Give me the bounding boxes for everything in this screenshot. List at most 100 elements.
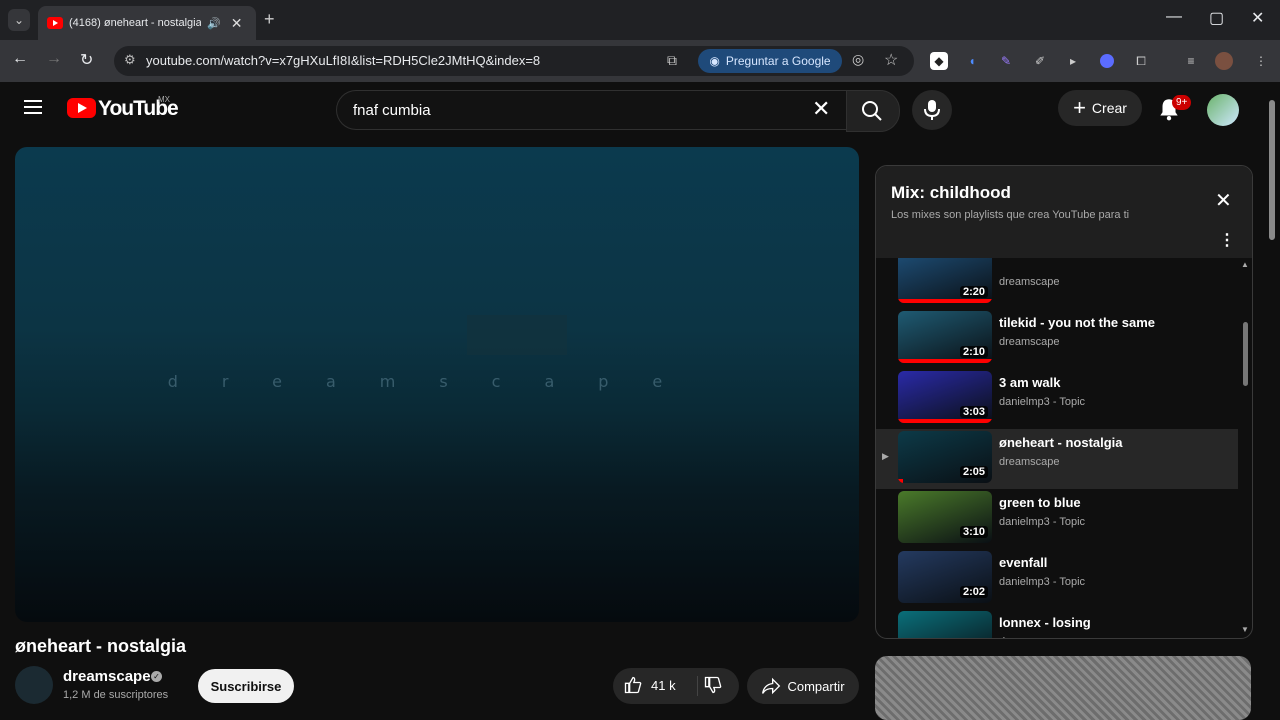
ad-placeholder[interactable] [875,656,1251,720]
maximize-icon[interactable]: ▢ [1209,8,1224,28]
url-text[interactable]: youtube.com/watch?v=x7gHXuLfI8I&list=RDH… [146,53,540,68]
youtube-logo-icon[interactable] [67,98,96,118]
lens-icon: ◉ [709,54,720,68]
playlist-close-icon[interactable]: ✕ [1215,188,1232,213]
speaker-icon[interactable]: 🔊 [207,17,221,30]
minimize-icon[interactable]: — [1166,8,1182,26]
subscribe-button[interactable]: Suscribirse [198,669,294,703]
duration-badge: 2:10 [959,346,988,358]
scroll-up-icon[interactable]: ▲ [1241,260,1249,269]
playlist-scrollbar[interactable]: ▲ ▼ [1240,258,1250,636]
playlist-thumbnail[interactable]: 2:05 [898,431,992,483]
address-bar[interactable]: ⚙ youtube.com/watch?v=x7gHXuLfI8I&list=R… [114,46,914,76]
menu-icon[interactable] [24,100,42,118]
search-input[interactable] [351,99,795,121]
playlist-item[interactable]: 2:10 tilekid - you not the same dreamscape [876,309,1238,369]
reading-list-icon[interactable]: ≡ [1182,52,1200,70]
new-tab-icon[interactable]: + [264,9,275,30]
dislike-button[interactable] [703,675,723,700]
playlist-item-title: evenfall [999,555,1048,570]
thumbs-up-icon [624,676,642,694]
extensions-icon[interactable]: ⧠ [1132,52,1150,70]
star-icon[interactable]: ☆ [884,50,898,70]
video-title: øneheart - nostalgia [15,636,187,656]
tab-search-icon[interactable]: ⌄ [8,9,30,31]
window-close-icon[interactable]: ✕ [1251,8,1264,28]
playlist-more-icon[interactable]: ⋮ [1219,230,1235,250]
video-building-silhouette [467,315,567,355]
extension-play-icon[interactable]: ▸ [1064,52,1082,70]
like-button[interactable]: 41 k [623,675,676,695]
tab-close-icon[interactable]: ✕ [231,15,243,32]
playlist-item[interactable]: 3:03 3 am walk danielmp3 - Topic [876,369,1238,429]
playlist-thumbnail[interactable]: 2:20 [898,258,992,303]
tab-title: (4168) øneheart - nostalgia [69,17,201,29]
profile-avatar[interactable] [1215,52,1233,70]
page-scrollbar-thumb[interactable] [1269,100,1275,240]
share-icon [762,677,781,695]
search-icon [862,101,882,121]
playlist-thumbnail[interactable]: 2:10 [898,311,992,363]
duration-badge: 2:05 [959,466,988,478]
video-player[interactable]: dreamscape [15,147,859,622]
country-code: MX [158,95,170,104]
watch-progress [898,419,992,423]
playlist-subtitle: Los mixes son playlists que crea YouTube… [891,209,1130,221]
playlist-panel: Mix: childhood Los mixes son playlists q… [875,165,1253,639]
playlist-item[interactable]: ▶ 2:05 øneheart - nostalgia dreamscape [876,429,1238,489]
reload-icon[interactable]: ↻ [80,50,93,70]
playlist-thumbnail[interactable]: 2:02 [898,551,992,603]
playlist-item-channel: dreamscape [999,456,1060,468]
playlist-items: 2:20 dreamscape 2:10 tilekid - you not the … [876,258,1238,638]
playlist-item[interactable]: 2:53 lonnex - losing dreamscape [876,609,1238,638]
playlist-item[interactable]: 2:20 dreamscape [876,258,1238,309]
playlist-thumbnail[interactable]: 2:53 [898,611,992,638]
playlist-item-channel: danielmp3 - Topic [999,576,1086,588]
create-button[interactable]: + Crear [1058,90,1142,126]
site-info-icon[interactable]: ⚙ [124,52,136,68]
like-divider [697,676,698,696]
watch-progress [898,299,992,303]
playlist-item-title: øneheart - nostalgia [999,435,1123,450]
playlist-thumbnail[interactable]: 3:10 [898,491,992,543]
share-button[interactable]: Compartir [747,668,859,704]
extension-pen-icon[interactable]: ✎ [997,52,1015,70]
scrollbar-thumb[interactable] [1243,322,1248,386]
forward-icon[interactable]: → [46,50,62,68]
extension-audio-icon[interactable]: ◖ [963,52,981,70]
install-icon[interactable]: ⧉ [667,52,677,69]
browser-menu-icon[interactable]: ⋮ [1252,52,1270,70]
scroll-down-icon[interactable]: ▼ [1241,625,1249,634]
create-label: Crear [1091,100,1127,116]
duration-badge: 2:02 [959,586,988,598]
playlist-item-channel: dreamscape [999,336,1060,348]
playlist-item-title: lonnex - losing [999,615,1091,630]
extension-globe-icon[interactable] [1098,52,1116,70]
search-button[interactable] [846,90,900,132]
extension-picker-icon[interactable]: ✐ [1031,52,1049,70]
playlist-item[interactable]: 3:10 green to blue danielmp3 - Topic [876,489,1238,549]
channel-name[interactable]: dreamscape [63,668,151,685]
back-icon[interactable]: ← [12,50,28,68]
watch-progress [898,479,903,483]
account-avatar[interactable] [1207,94,1239,126]
channel-avatar[interactable] [15,666,53,704]
eye-off-icon[interactable]: ◎ [852,51,864,68]
extension-diamond-icon[interactable]: ◆ [930,52,948,70]
duration-badge: 3:03 [959,406,988,418]
verified-icon: ✓ [151,671,162,682]
browser-tab[interactable]: (4168) øneheart - nostalgia 🔊 ✕ [38,6,256,40]
playlist-header: Mix: childhood Los mixes son playlists q… [876,166,1252,258]
page-scrollbar[interactable] [1268,90,1276,720]
search-box[interactable] [336,90,847,130]
playlist-item-channel: dreamscape [999,636,1060,638]
voice-search-button[interactable] [912,90,952,130]
playlist-item[interactable]: 2:02 evenfall danielmp3 - Topic [876,549,1238,609]
like-dislike-group: 41 k [613,668,739,704]
playlist-title[interactable]: Mix: childhood [891,183,1011,203]
ask-google-button[interactable]: ◉ Preguntar a Google [698,49,842,73]
now-playing-icon: ▶ [882,451,889,461]
playlist-item-channel: danielmp3 - Topic [999,516,1086,528]
playlist-thumbnail[interactable]: 3:03 [898,371,992,423]
clear-search-icon[interactable]: ✕ [812,96,830,122]
